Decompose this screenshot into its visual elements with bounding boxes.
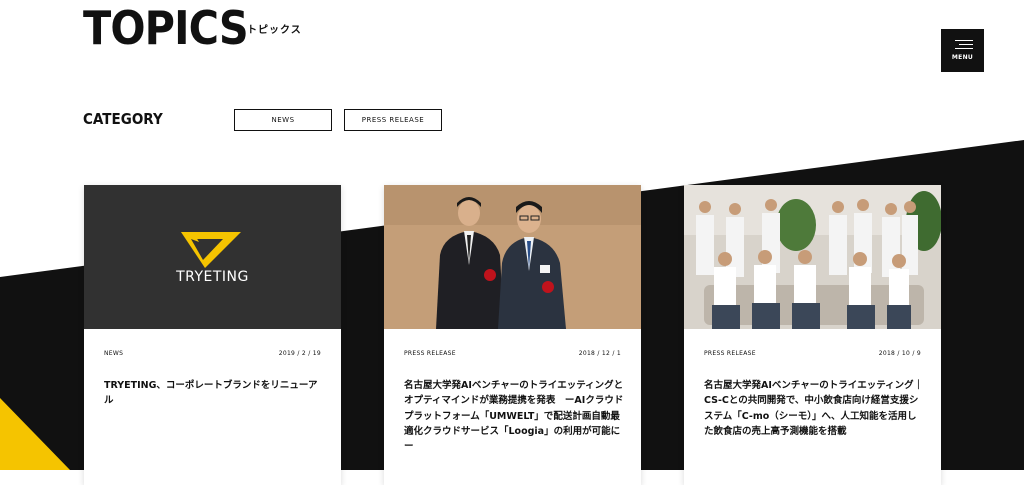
card-category: PRESS RELEASE (404, 350, 456, 357)
category-news-button[interactable]: NEWS (234, 109, 332, 131)
topic-card[interactable]: TRYETING NEWS 2019 / 2 / 19 TRYETING、コーポ… (84, 185, 341, 485)
topic-card[interactable]: PRESS RELEASE 2018 / 10 / 9 名古屋大学発AIベンチャ… (684, 185, 941, 485)
card-image-logo: TRYETING (84, 185, 341, 329)
card-title[interactable]: TRYETING、コーポレートブランドをリニューアル (104, 378, 325, 409)
card-image-photo (384, 185, 641, 329)
tryeting-logo-icon (181, 232, 241, 268)
card-title[interactable]: 名古屋大学発AIベンチャーのトライエッティングとオプティマインドが業務提携を発表… (404, 378, 625, 454)
photo-group-image (684, 185, 941, 329)
card-title[interactable]: 名古屋大学発AIベンチャーのトライエッティング｜CS-Cとの共同開発で、中小飲食… (704, 378, 925, 439)
page-subtitle: トピックス (247, 25, 302, 36)
photo-two-men-image (384, 185, 641, 329)
menu-label: MENU (951, 54, 974, 61)
logo-wordmark: TRYETING (176, 269, 249, 285)
topic-card[interactable]: PRESS RELEASE 2018 / 12 / 1 名古屋大学発AIベンチャ… (384, 185, 641, 485)
page-title: TOPICS (83, 1, 249, 55)
card-date: 2019 / 2 / 19 (278, 350, 321, 357)
card-date: 2018 / 12 / 1 (578, 350, 621, 357)
category-heading: CATEGORY (83, 110, 163, 128)
category-press-release-button[interactable]: PRESS RELEASE (344, 109, 442, 131)
card-date: 2018 / 10 / 9 (878, 350, 921, 357)
card-category: PRESS RELEASE (704, 350, 756, 357)
menu-button[interactable]: MENU (941, 29, 984, 72)
hamburger-icon (955, 40, 973, 50)
card-image-photo (684, 185, 941, 329)
card-category: NEWS (104, 350, 124, 357)
